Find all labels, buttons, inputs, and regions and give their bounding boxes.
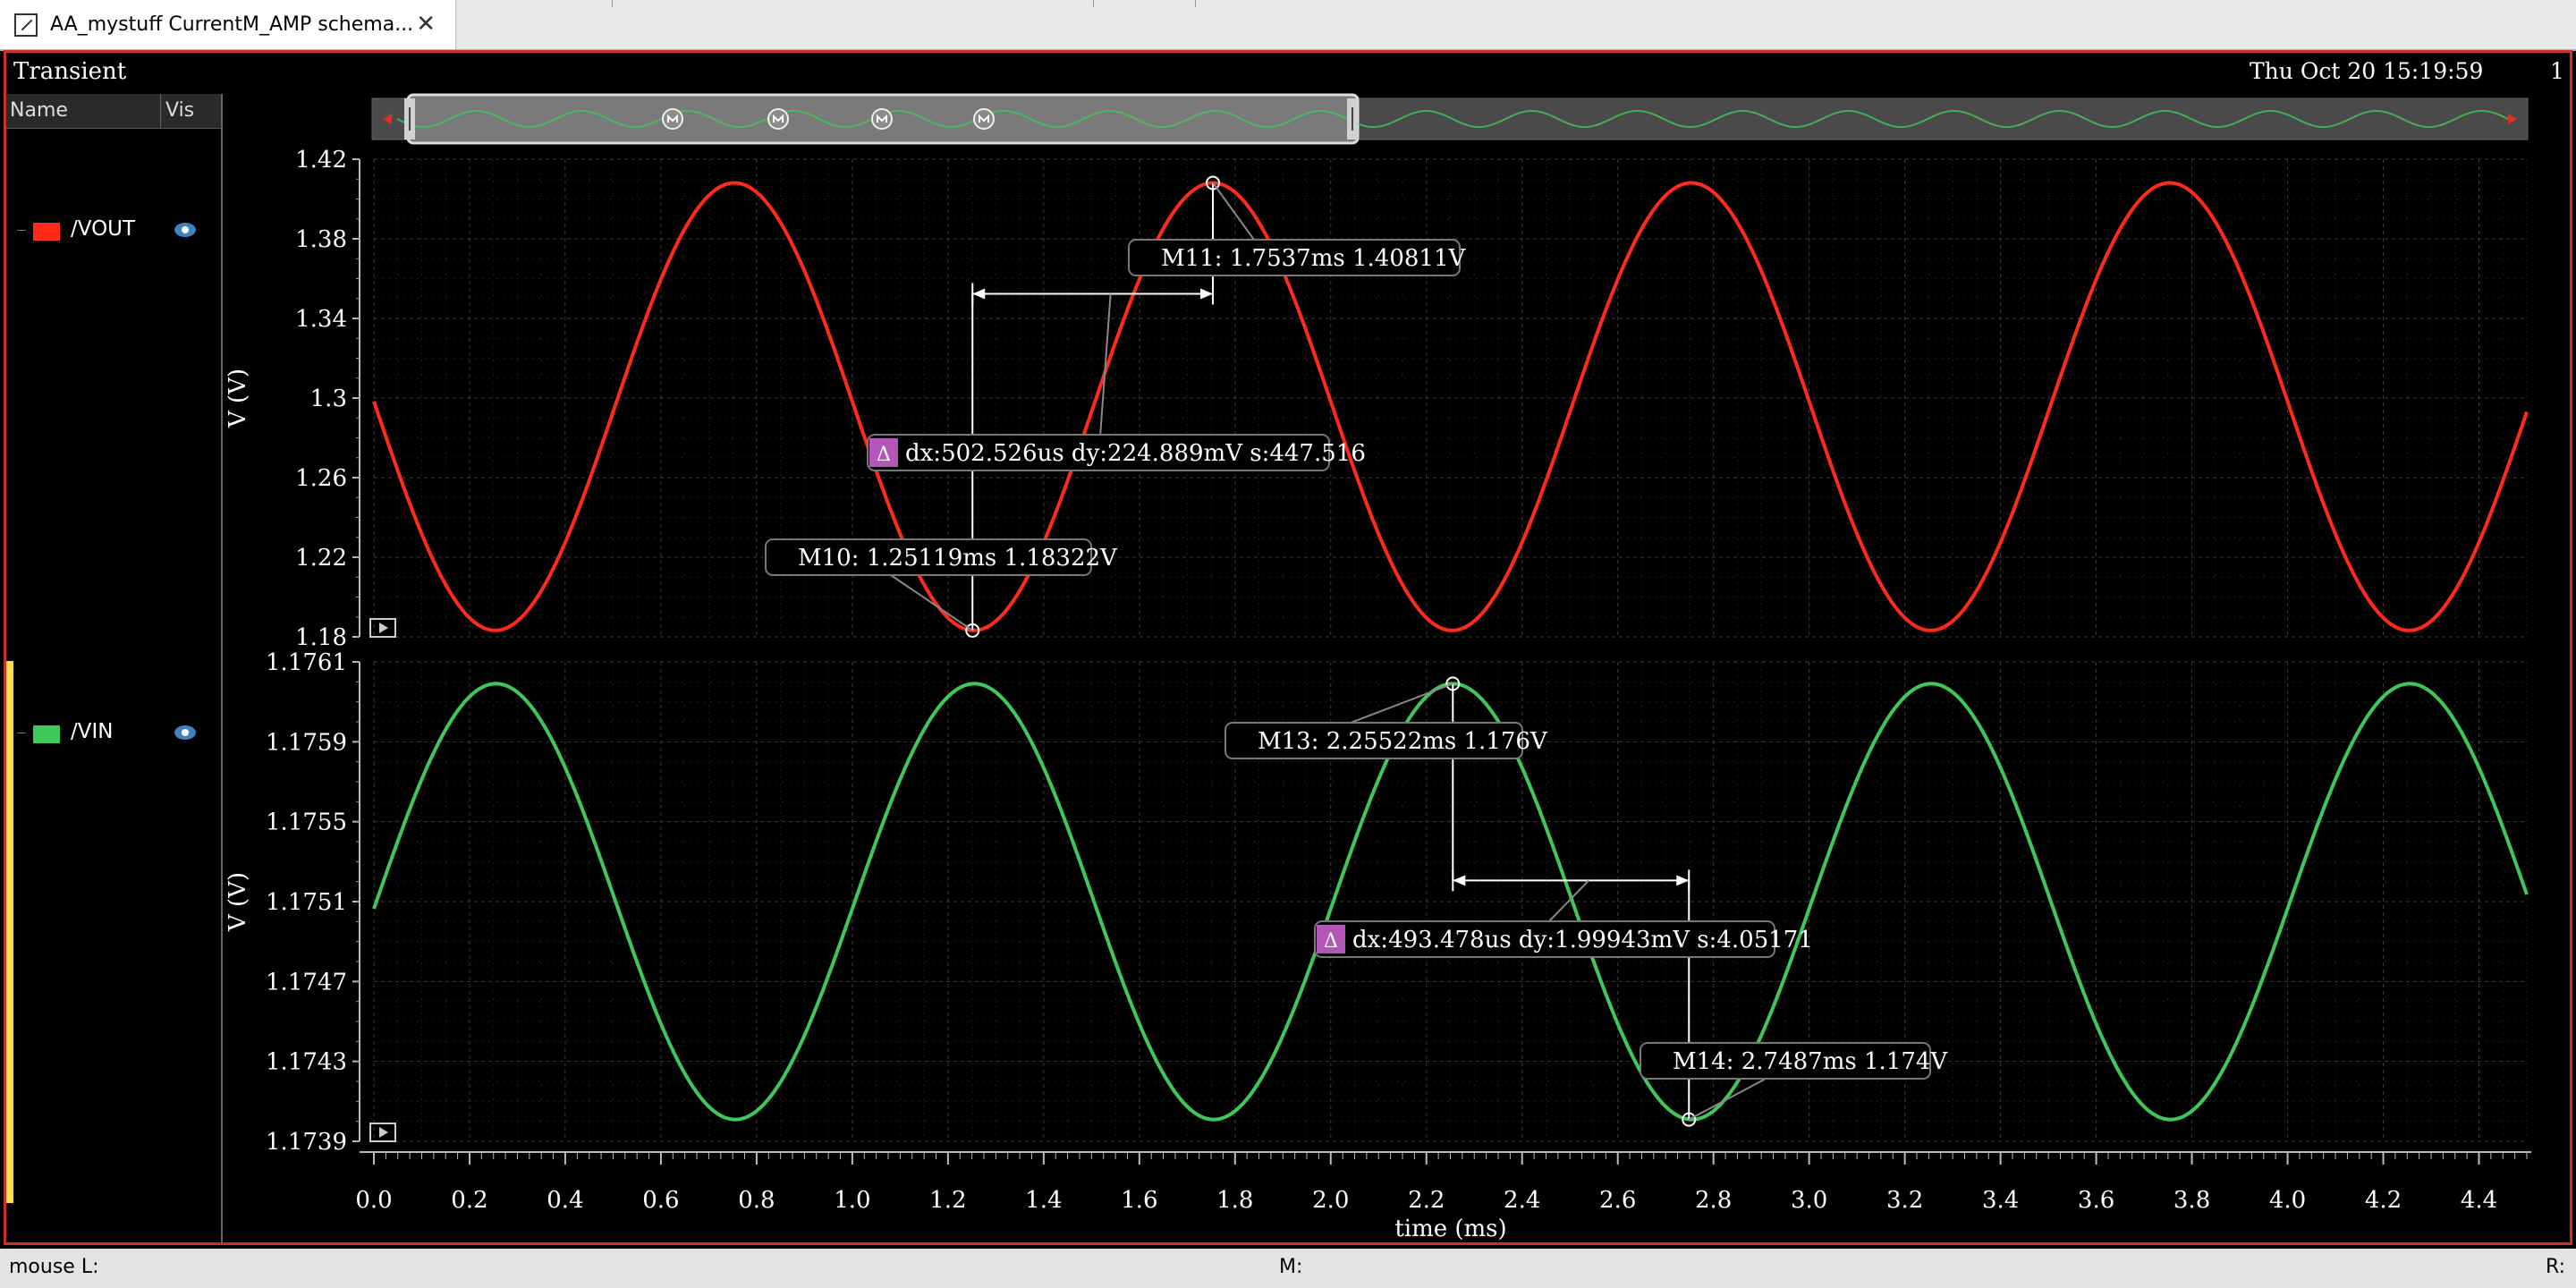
y-tick-label: 1.1739 xyxy=(266,1129,347,1156)
delta-arrow xyxy=(1453,875,1466,886)
status-bar: mouse L: M: R: xyxy=(0,1249,2576,1288)
marker-label: M10: 1.25119ms 1.18322V xyxy=(798,545,1118,572)
y-tick-label: 1.1751 xyxy=(266,889,347,916)
x-tick-label: 2.2 xyxy=(1408,1187,1445,1214)
x-tick-label: 2.8 xyxy=(1695,1187,1732,1214)
marker-icon xyxy=(973,108,995,130)
x-tick-label: 3.2 xyxy=(1886,1187,1923,1214)
play-icon-glyph xyxy=(379,1127,388,1138)
marker-leader xyxy=(890,574,973,631)
y-tick-label: 1.34 xyxy=(295,306,347,333)
x-tick-label: 3.4 xyxy=(1982,1187,2019,1214)
strip-1: 1.42 1.38 1.34 1.3 1.26 1.22 1.18 V (V) Δ dx:502.… xyxy=(225,147,2529,651)
x-tick-label: 4.0 xyxy=(2269,1187,2306,1214)
x-tick-label: 0.2 xyxy=(451,1187,487,1214)
y-axis-label: V (V) xyxy=(225,369,251,428)
marker-label: M13: 2.25522ms 1.176V xyxy=(1258,728,1548,755)
y-tick-label: 1.1755 xyxy=(266,809,347,836)
x-tick-label: 3.6 xyxy=(2078,1187,2114,1214)
x-tick-label: 2.0 xyxy=(1312,1187,1349,1214)
x-tick-label: 4.4 xyxy=(2461,1187,2497,1214)
delta-label: dx:502.526us dy:224.889mV s:447.516 xyxy=(905,440,1366,467)
x-tick-label: 0.4 xyxy=(547,1187,583,1214)
x-axis: 0.0 0.2 0.4 0.6 0.8 1.0 1.2 1.4 1.6 1.8 2.0 2.2 2.4 2… xyxy=(355,1151,2531,1242)
delta-arrow xyxy=(1676,875,1690,886)
marker-leader xyxy=(1350,682,1453,724)
marker-icon xyxy=(871,108,893,130)
x-tick-label: 0.0 xyxy=(355,1187,392,1214)
mouse-left-status: mouse L: xyxy=(9,1256,99,1278)
x-tick-label: 0.6 xyxy=(642,1187,679,1214)
delta-arrow xyxy=(972,288,986,300)
delta-icon-glyph: Δ xyxy=(1324,930,1338,953)
marker-leader xyxy=(1688,1078,1767,1121)
x-tick-label: 1.2 xyxy=(929,1187,966,1214)
x-tick-label: 3.8 xyxy=(2174,1187,2210,1214)
x-tick-label: 1.8 xyxy=(1216,1187,1253,1214)
x-tick-label: 1.6 xyxy=(1121,1187,1157,1214)
marker-label: M14: 2.7487ms 1.174V xyxy=(1673,1048,1948,1075)
y-axis-label: V (V) xyxy=(225,872,251,932)
x-tick-label: 2.4 xyxy=(1504,1187,1540,1214)
delta-arrow xyxy=(1200,288,1214,300)
y-tick-label: 1.42 xyxy=(295,147,347,174)
y-tick-label: 1.18 xyxy=(295,624,347,651)
delta-label: dx:493.478us dy:1.99943mV s:4.05171 xyxy=(1352,927,1813,953)
marker-label: M11: 1.7537ms 1.40811V xyxy=(1161,245,1466,272)
play-icon-glyph xyxy=(379,623,388,633)
y-tick-label: 1.26 xyxy=(295,465,347,492)
y-tick-label: 1.1743 xyxy=(266,1049,347,1076)
marker-icon xyxy=(767,108,789,130)
delta-icon-glyph: Δ xyxy=(877,444,891,466)
x-tick-label: 1.0 xyxy=(834,1187,870,1214)
y-tick-label: 1.3 xyxy=(310,386,347,412)
y-tick-label: 1.1759 xyxy=(266,729,347,756)
y-tick-label: 1.1761 xyxy=(266,649,347,676)
plot-strips: 1.42 1.38 1.34 1.3 1.26 1.22 1.18 V (V) Δ dx:502.… xyxy=(225,147,2531,1242)
waveform-plot[interactable]: 1.42 1.38 1.34 1.3 1.26 1.22 1.18 V (V) Δ dx:502.… xyxy=(0,0,2576,1252)
x-axis-label: time (ms) xyxy=(1394,1216,1506,1242)
mouse-middle-status: M: xyxy=(1279,1256,1303,1278)
y-tick-label: 1.22 xyxy=(295,545,347,572)
marker-icon xyxy=(662,108,683,130)
x-tick-label: 3.0 xyxy=(1791,1187,1827,1214)
y-tick-label: 1.38 xyxy=(295,226,347,253)
overview-navigator[interactable] xyxy=(371,93,2529,145)
x-tick-label: 1.4 xyxy=(1025,1187,1062,1214)
y-tick-label: 1.1747 xyxy=(266,969,347,996)
strip-2: 1.1761 1.1759 1.1755 1.1751 1.1747 1.1743 1.17… xyxy=(225,649,2529,1156)
x-tick-label: 0.8 xyxy=(738,1187,775,1214)
mouse-right-status: R: xyxy=(2546,1256,2566,1278)
x-tick-label: 4.2 xyxy=(2365,1187,2402,1214)
x-tick-label: 2.6 xyxy=(1599,1187,1636,1214)
